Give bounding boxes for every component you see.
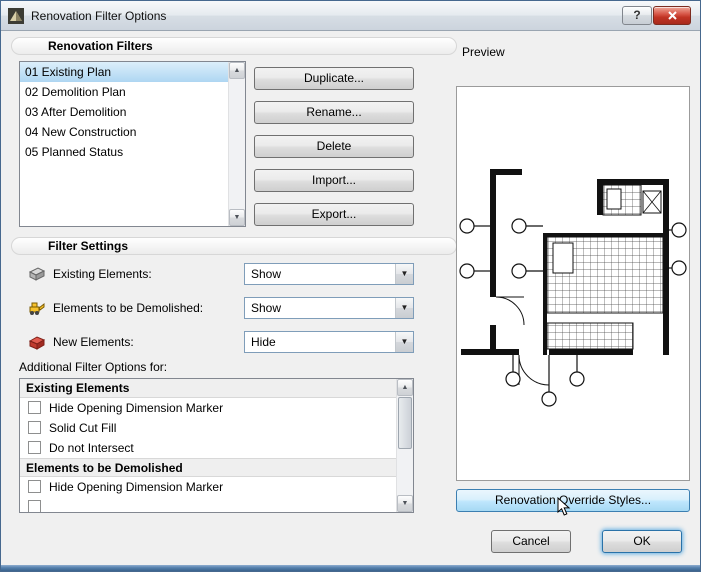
option-group-header-demolished: Elements to be Demolished [20, 458, 396, 477]
chevron-down-icon: ▼ [396, 298, 413, 318]
renovation-override-styles-button[interactable]: Renovation Override Styles... [456, 489, 690, 512]
additional-filter-options-label: Additional Filter Options for: [19, 360, 167, 374]
option-label: Solid Cut Fill [49, 418, 116, 438]
list-item-label: 05 Planned Status [25, 145, 123, 159]
combo-value: Hide [251, 332, 276, 352]
checkbox[interactable] [28, 421, 41, 434]
existing-elements-label: Existing Elements: [53, 263, 152, 285]
filter-settings-section-title: Filter Settings [48, 239, 128, 254]
floor-plan-preview [457, 87, 689, 480]
title-bar[interactable]: Renovation Filter Options ? [1, 1, 700, 31]
option-row-hide-opening-dim-2[interactable]: Hide Opening Dimension Marker [20, 477, 396, 497]
options-list-scrollbar[interactable]: ▲ ▼ [396, 379, 413, 512]
mouse-cursor-icon [557, 497, 571, 520]
list-item-label: 01 Existing Plan [25, 65, 111, 79]
arrow-up-icon: ▲ [230, 63, 244, 78]
checkbox[interactable] [28, 441, 41, 454]
renovation-filters-section-title: Renovation Filters [48, 39, 153, 54]
demolished-elements-icon [28, 300, 46, 316]
delete-button[interactable]: Delete [254, 135, 414, 158]
renovation-filter-options-dialog: Renovation Filter Options ? Renovation F… [0, 0, 701, 572]
checkbox[interactable] [28, 500, 41, 512]
import-button[interactable]: Import... [254, 169, 414, 192]
list-item-new-construction[interactable]: 04 New Construction [20, 122, 228, 142]
arrow-down-icon: ▼ [230, 210, 244, 225]
scroll-down-button[interactable]: ▼ [397, 495, 413, 512]
scrollbar-thumb[interactable] [398, 397, 412, 449]
checkbox[interactable] [28, 480, 41, 493]
existing-elements-select[interactable]: Show ▼ [244, 263, 414, 285]
archicad-app-icon [8, 8, 24, 24]
arrow-up-icon: ▲ [398, 380, 412, 395]
option-label: Hide Opening Dimension Marker [49, 477, 223, 497]
new-elements-label: New Elements: [53, 331, 134, 353]
ok-button[interactable]: OK [602, 530, 682, 553]
filter-settings-section-bar: Filter Settings [11, 237, 457, 255]
option-row-hide-opening-dim-1[interactable]: Hide Opening Dimension Marker [20, 398, 396, 418]
chevron-down-icon: ▼ [396, 332, 413, 352]
filters-list-scrollbar[interactable]: ▲ ▼ [228, 62, 245, 226]
list-item-after-demolition[interactable]: 03 After Demolition [20, 102, 228, 122]
new-elements-select[interactable]: Hide ▼ [244, 331, 414, 353]
option-row-do-not-intersect[interactable]: Do not Intersect [20, 438, 396, 458]
duplicate-button[interactable]: Duplicate... [254, 67, 414, 90]
combo-arrow-button[interactable]: ▼ [395, 298, 413, 318]
combo-arrow-button[interactable]: ▼ [395, 264, 413, 284]
close-button[interactable] [653, 6, 691, 25]
demolished-elements-label: Elements to be Demolished: [53, 297, 203, 319]
help-button[interactable]: ? [622, 6, 652, 25]
scroll-up-button[interactable]: ▲ [397, 379, 413, 396]
combo-value: Show [251, 298, 281, 318]
export-button[interactable]: Export... [254, 203, 414, 226]
existing-elements-icon [28, 266, 46, 282]
renovation-filters-list[interactable]: 01 Existing Plan 02 Demolition Plan 03 A… [19, 61, 246, 227]
arrow-down-icon: ▼ [398, 496, 412, 511]
cancel-button[interactable]: Cancel [491, 530, 571, 553]
combo-arrow-button[interactable]: ▼ [395, 332, 413, 352]
scroll-up-button[interactable]: ▲ [229, 62, 245, 79]
close-icon [668, 11, 677, 20]
window-title: Renovation Filter Options [31, 9, 166, 23]
list-item-label: 04 New Construction [25, 125, 136, 139]
list-item-planned-status[interactable]: 05 Planned Status [20, 142, 228, 162]
chevron-down-icon: ▼ [396, 264, 413, 284]
list-item-label: 02 Demolition Plan [25, 85, 126, 99]
renovation-filters-section-bar: Renovation Filters [11, 37, 457, 55]
demolished-elements-select[interactable]: Show ▼ [244, 297, 414, 319]
rename-button[interactable]: Rename... [254, 101, 414, 124]
preview-label: Preview [462, 45, 505, 59]
new-elements-icon [28, 334, 46, 350]
preview-canvas [456, 86, 690, 481]
additional-filter-options-list[interactable]: Existing Elements Hide Opening Dimension… [19, 378, 414, 513]
window-bottom-frame [1, 565, 700, 571]
checkbox[interactable] [28, 401, 41, 414]
combo-value: Show [251, 264, 281, 284]
option-row-solid-cut-fill[interactable]: Solid Cut Fill [20, 418, 396, 438]
scroll-down-button[interactable]: ▼ [229, 209, 245, 226]
list-item-demolition-plan[interactable]: 02 Demolition Plan [20, 82, 228, 102]
option-row-partial[interactable] [20, 497, 396, 512]
option-label: Hide Opening Dimension Marker [49, 398, 223, 418]
option-group-header-existing: Existing Elements [20, 379, 396, 398]
list-item-label: 03 After Demolition [25, 105, 126, 119]
option-label: Do not Intersect [49, 438, 134, 458]
list-item-existing-plan[interactable]: 01 Existing Plan [20, 62, 228, 82]
